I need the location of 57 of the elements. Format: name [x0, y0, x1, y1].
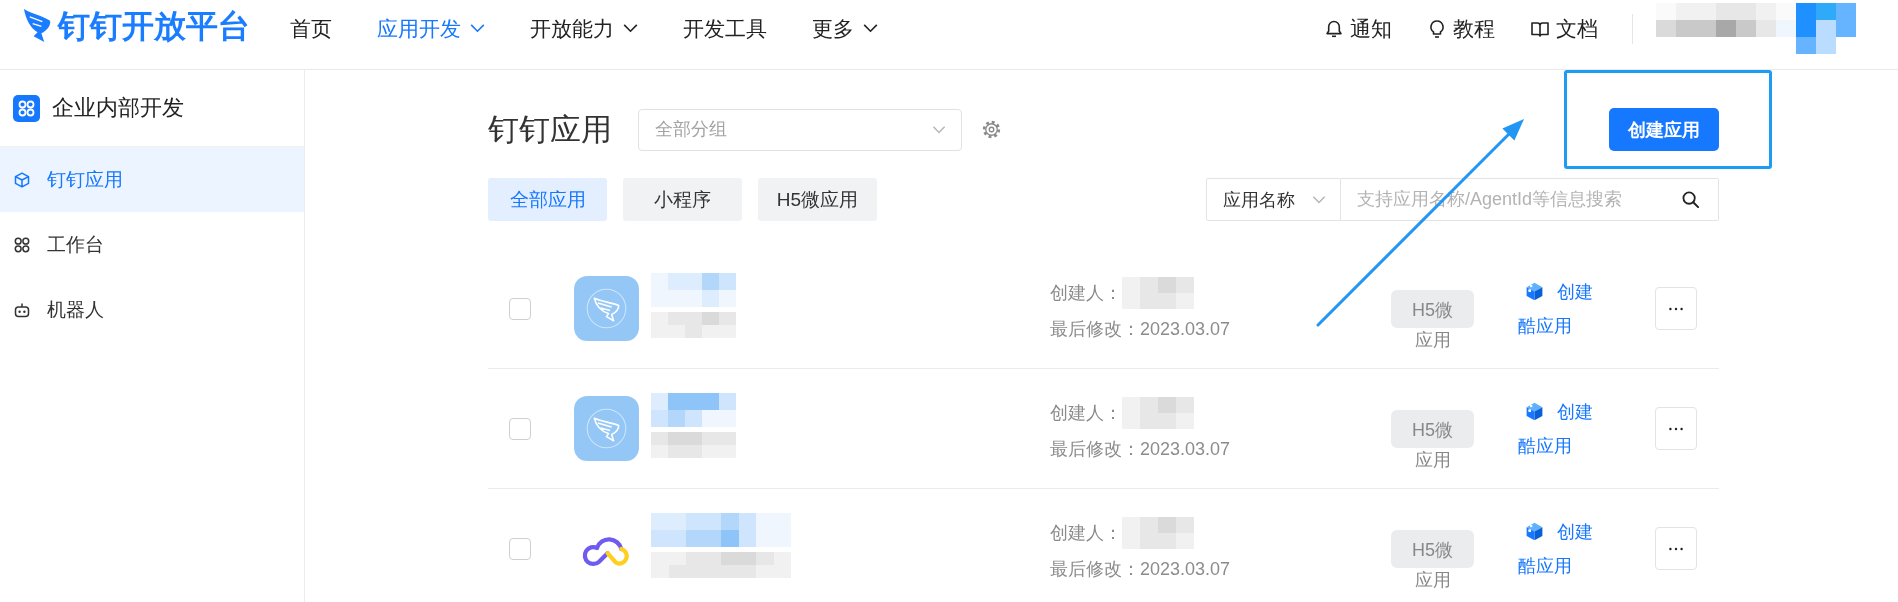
robot-icon — [14, 301, 30, 318]
wing-logo-icon — [23, 8, 52, 43]
wing-app-icon — [574, 396, 639, 461]
sidebar-item[interactable]: 工作台 — [0, 212, 304, 277]
bell-icon — [1324, 18, 1344, 39]
modified-date: 最后修改：2023.03.07 — [1050, 317, 1232, 341]
settings-icon[interactable] — [981, 119, 1002, 140]
checkbox[interactable] — [509, 417, 531, 440]
more-icon — [1668, 546, 1684, 551]
cube-icon — [14, 171, 30, 188]
wing-app-icon — [574, 276, 639, 341]
checkbox[interactable] — [509, 537, 531, 560]
modified-date: 最后修改：2023.03.07 — [1050, 437, 1232, 461]
header-link[interactable]: 文档 — [1530, 14, 1598, 43]
filter-tab[interactable]: 小程序 — [623, 178, 742, 221]
more-button[interactable] — [1655, 527, 1697, 570]
sidebar-item[interactable]: 钉钉应用 — [0, 147, 304, 212]
create-cool-app-link[interactable]: 创建酷应用 — [1518, 514, 1598, 583]
modified-date: 最后修改：2023.03.07 — [1050, 557, 1232, 581]
app-type-tag: H5微应用 — [1391, 410, 1474, 475]
creator-label: 创建人： — [1050, 521, 1122, 545]
nav-menu-item[interactable]: 开放能力 — [530, 14, 638, 43]
create-cool-app-link[interactable]: 创建酷应用 — [1518, 394, 1598, 463]
creator-label: 创建人： — [1050, 281, 1122, 305]
create-app-button[interactable]: 创建应用 — [1609, 108, 1719, 151]
filter-tab[interactable]: H5微应用 — [758, 178, 877, 221]
isometric-cube-icon — [1524, 280, 1545, 302]
create-cool-app-link[interactable]: 创建酷应用 — [1518, 274, 1598, 343]
section-title: 企业内部开发 — [52, 94, 184, 122]
checkbox[interactable] — [509, 297, 531, 320]
chevron-down-icon — [1312, 195, 1326, 204]
more-icon — [1668, 306, 1684, 311]
nav-menu-item[interactable]: 开发工具 — [683, 14, 767, 43]
nav-menu-item[interactable]: 更多 — [812, 14, 878, 43]
four-rings-icon — [14, 236, 30, 253]
scope-select[interactable]: 应用名称 — [1206, 178, 1341, 221]
more-button[interactable] — [1655, 407, 1697, 450]
group-select[interactable]: 全部分组 — [638, 108, 962, 151]
lightbulb-icon — [1427, 18, 1447, 39]
app-type-tag: H5微应用 — [1391, 530, 1474, 595]
isometric-cube-icon — [1524, 400, 1545, 422]
more-button[interactable] — [1655, 287, 1697, 330]
isometric-cube-icon — [1524, 520, 1545, 542]
filter-tab[interactable]: 全部应用 — [488, 178, 607, 221]
chevron-down-icon — [932, 125, 946, 134]
more-icon — [1668, 426, 1684, 431]
header-link[interactable]: 通知 — [1324, 14, 1392, 43]
app-grid-icon — [13, 94, 40, 122]
app-type-tag: H5微应用 — [1391, 290, 1474, 355]
nav-menu-item[interactable]: 首页 — [290, 14, 332, 43]
creator-label: 创建人： — [1050, 401, 1122, 425]
page-title: 钉钉应用 — [488, 114, 612, 145]
nav-menu-item[interactable]: 应用开发 — [377, 14, 485, 43]
logo-text: 钉钉开放平台 — [58, 9, 250, 42]
search-icon[interactable] — [1681, 190, 1699, 208]
sidebar-item[interactable]: 机器人 — [0, 277, 304, 342]
header-link[interactable]: 教程 — [1427, 14, 1495, 43]
